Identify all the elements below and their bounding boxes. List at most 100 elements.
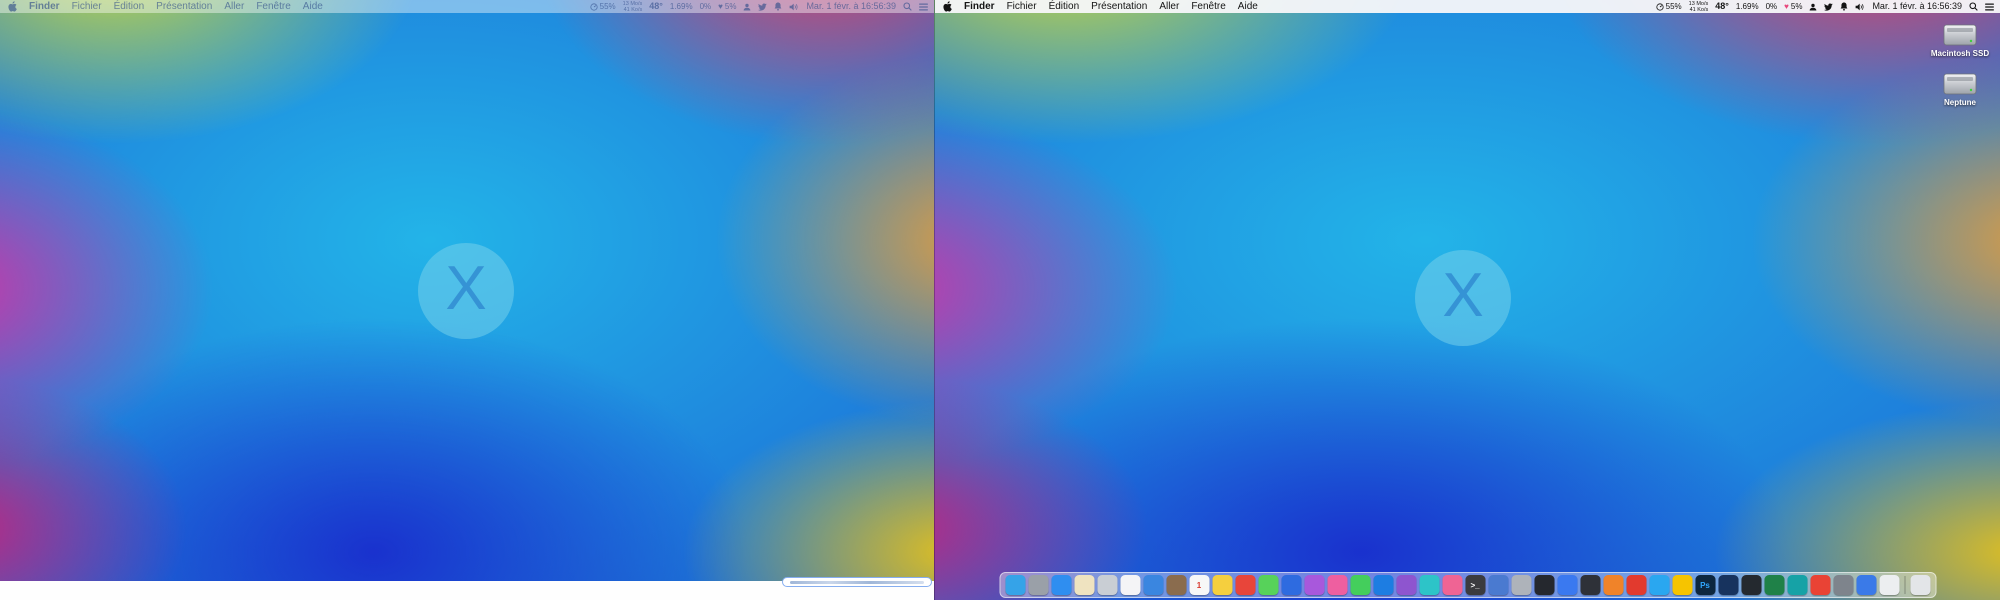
dock-icon-app-silver[interactable] [1511, 575, 1531, 595]
dock-icon-app-dark[interactable] [1580, 575, 1600, 595]
hard-drive-icon [1943, 73, 1977, 95]
heart-icon: ♥ [718, 1, 723, 11]
apple-menu-icon[interactable] [941, 1, 958, 12]
menu-bar-right: Finder Fichier Édition Présentation Aller Fen… [935, 0, 2000, 13]
volume-menu-icon[interactable] [1855, 3, 1865, 11]
volume-menu-icon[interactable] [789, 3, 799, 11]
dock-icon-app-teal[interactable] [1419, 575, 1439, 595]
status-health[interactable]: ♥ 5% [718, 0, 736, 13]
notification-center-icon[interactable] [919, 2, 928, 11]
status-memory[interactable]: 1.69% [1736, 0, 1759, 13]
menu-item-dition[interactable]: Édition [108, 0, 151, 13]
status-cpu[interactable]: 55% [1656, 0, 1682, 13]
dock-icon-app-purple[interactable] [1304, 575, 1324, 595]
dock-icon-app-pink[interactable] [1442, 575, 1462, 595]
dock-icon-terminal[interactable]: >_ [1465, 575, 1485, 595]
dock-icon-app-teal-2[interactable] [1787, 575, 1807, 595]
menu-item-aide[interactable]: Aide [297, 0, 329, 13]
dock-icon-podcasts[interactable] [1396, 575, 1416, 595]
dock-icon-launchpad[interactable] [1028, 575, 1048, 595]
status-cpu[interactable]: 55% [590, 0, 616, 13]
dock-icon-app-blue-3[interactable] [1557, 575, 1577, 595]
dock-icon-app-red[interactable] [1235, 575, 1255, 595]
desktop-icons: Macintosh SSD Neptune [1924, 22, 1996, 107]
menu-item-aller[interactable]: Aller [218, 0, 250, 13]
menu-item-fen-tre[interactable]: Fenêtre [250, 0, 296, 13]
status-temperature[interactable]: 48° [1715, 0, 1729, 13]
dock-icon-messages[interactable] [1258, 575, 1278, 595]
tooltip-pill [782, 577, 932, 587]
bell-menu-icon[interactable] [1840, 2, 1848, 11]
menu-item-finder[interactable]: Finder [958, 0, 1001, 13]
desktop-icon-macintosh-ssd[interactable]: Macintosh SSD [1924, 22, 1996, 58]
spotlight-search-icon[interactable] [1969, 2, 1978, 11]
dock-icon-app-blue-5[interactable] [1856, 575, 1876, 595]
dock-icon-app-yellow[interactable] [1212, 575, 1232, 595]
menu-item-dition[interactable]: Édition [1043, 0, 1086, 13]
hard-drive-icon [1943, 24, 1977, 46]
dock-icon-appstore[interactable] [1373, 575, 1393, 595]
dock-icon-vlc[interactable] [1603, 575, 1623, 595]
status-memory[interactable]: 1.69% [670, 0, 693, 13]
menu-item-pr-sentation[interactable]: Présentation [150, 0, 218, 13]
bird-menu-icon[interactable] [1824, 2, 1834, 11]
apple-menu-icon[interactable] [6, 1, 23, 12]
dock-icon-app-navy[interactable] [1718, 575, 1738, 595]
dock-icon-photoshop[interactable]: Ps [1695, 575, 1715, 595]
notification-center-icon[interactable] [1985, 2, 1994, 11]
user-menu-icon[interactable] [743, 3, 751, 11]
dock-icon-trash[interactable] [1910, 575, 1930, 595]
status-gpu[interactable]: 0% [1766, 0, 1778, 13]
menu-items-right: Finder Fichier Édition Présentation Aller Fen… [958, 0, 1264, 13]
menu-item-fichier[interactable]: Fichier [66, 0, 108, 13]
status-area-right: 55% 13 Mo/s 41 Ko/s 48° 1.69% 0% ♥ 5% Mar. 1 fév… [1656, 0, 1994, 13]
desktop-icon-neptune[interactable]: Neptune [1924, 71, 1996, 107]
tooltip-pill-text-line [790, 580, 924, 584]
dock-icon-app-gray-2[interactable] [1833, 575, 1853, 595]
bell-menu-icon[interactable] [774, 2, 782, 11]
dock-icon-music[interactable] [1327, 575, 1347, 595]
dock-icon-facetime[interactable] [1350, 575, 1370, 595]
dock-icon-app-yellow-2[interactable] [1672, 575, 1692, 595]
menu-item-pr-sentation[interactable]: Présentation [1085, 0, 1153, 13]
dock-icon-app-blue-4[interactable] [1649, 575, 1669, 595]
dock-icon-app-red-3[interactable] [1810, 575, 1830, 595]
dock-icon-calendar[interactable]: 1 [1189, 575, 1209, 595]
menu-clock[interactable]: Mar. 1 févr. à 16:56:39 [1872, 0, 1962, 13]
dock-icon-app-red-2[interactable] [1626, 575, 1646, 595]
spotlight-search-icon[interactable] [903, 2, 912, 11]
menu-item-finder[interactable]: Finder [23, 0, 66, 13]
menu-item-aller[interactable]: Aller [1153, 0, 1185, 13]
menu-items-left: Finder Fichier Édition Présentation Aller Fen… [23, 0, 329, 13]
user-menu-icon[interactable] [1809, 3, 1817, 11]
dock-icon-app-blue[interactable] [1281, 575, 1301, 595]
desktop-icon-label: Neptune [1944, 98, 1976, 107]
wallpaper-x-logo: X [418, 243, 514, 339]
dock-separator [1904, 576, 1905, 594]
status-health[interactable]: ♥ 5% [1784, 0, 1802, 13]
dock-icon-safari[interactable] [1051, 575, 1071, 595]
bird-menu-icon[interactable] [758, 2, 768, 11]
dual-monitor-screen: Finder Fichier Édition Présentation Aller Fen… [0, 0, 2000, 600]
wallpaper-x-letter: X [1442, 260, 1484, 330]
status-gpu[interactable]: 0% [700, 0, 712, 13]
dock-icon-app-gray[interactable] [1097, 575, 1117, 595]
menu-item-fichier[interactable]: Fichier [1001, 0, 1043, 13]
dock-icon-github[interactable] [1741, 575, 1761, 595]
dock-icon-app-black[interactable] [1534, 575, 1554, 595]
status-network[interactable]: 13 Mo/s 41 Ko/s [623, 1, 643, 13]
dock-icon-finder[interactable] [1005, 575, 1025, 595]
dock-icon-app-green[interactable] [1764, 575, 1784, 595]
dock-icon-textedit[interactable] [1879, 575, 1899, 595]
dock-icon-app-blue-2[interactable] [1488, 575, 1508, 595]
status-temperature[interactable]: 48° [649, 0, 663, 13]
menu-clock[interactable]: Mar. 1 févr. à 16:56:39 [806, 0, 896, 13]
dock-icon-mail[interactable] [1143, 575, 1163, 595]
heart-icon: ♥ [1784, 1, 1789, 11]
dock-icon-app-white[interactable] [1120, 575, 1140, 595]
menu-item-fen-tre[interactable]: Fenêtre [1185, 0, 1231, 13]
status-network[interactable]: 13 Mo/s 41 Ko/s [1689, 1, 1709, 13]
dock-icon-app-brown[interactable] [1166, 575, 1186, 595]
dock-icon-notes[interactable] [1074, 575, 1094, 595]
menu-item-aide[interactable]: Aide [1232, 0, 1264, 13]
